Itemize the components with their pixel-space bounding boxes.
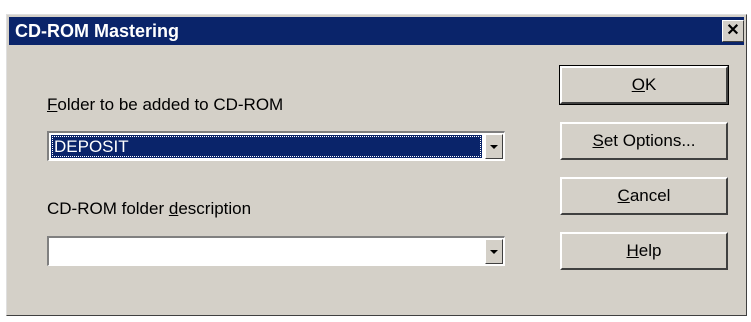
close-icon: ✕ [726,22,740,39]
ok-button[interactable]: OK [559,65,729,105]
title-bar[interactable]: CD-ROM Mastering ✕ [9,17,744,45]
cd-rom-mastering-dialog: CD-ROM Mastering ✕ Folder to be added to… [6,14,747,316]
window-title: CD-ROM Mastering [15,21,180,41]
help-button-label: Help [626,241,662,260]
description-label: CD-ROM folder description [47,199,252,218]
cancel-button[interactable]: Cancel [560,177,728,215]
set-options-button[interactable]: Set Options... [560,122,728,160]
folder-select-value: DEPOSIT [51,135,482,158]
chevron-down-icon [490,250,498,254]
folder-select[interactable]: DEPOSIT [47,131,505,161]
description-select-value [51,240,482,263]
description-select[interactable] [47,236,505,266]
folder-dropdown-button[interactable] [485,134,503,159]
close-button[interactable]: ✕ [722,20,744,42]
set-options-button-label: Set Options... [592,131,696,150]
folder-label: Folder to be added to CD-ROM [47,95,284,114]
chevron-down-icon [490,145,498,149]
ok-button-label: OK [631,75,657,94]
description-dropdown-button[interactable] [485,239,503,264]
cancel-button-label: Cancel [617,186,671,205]
help-button[interactable]: Help [560,232,728,270]
